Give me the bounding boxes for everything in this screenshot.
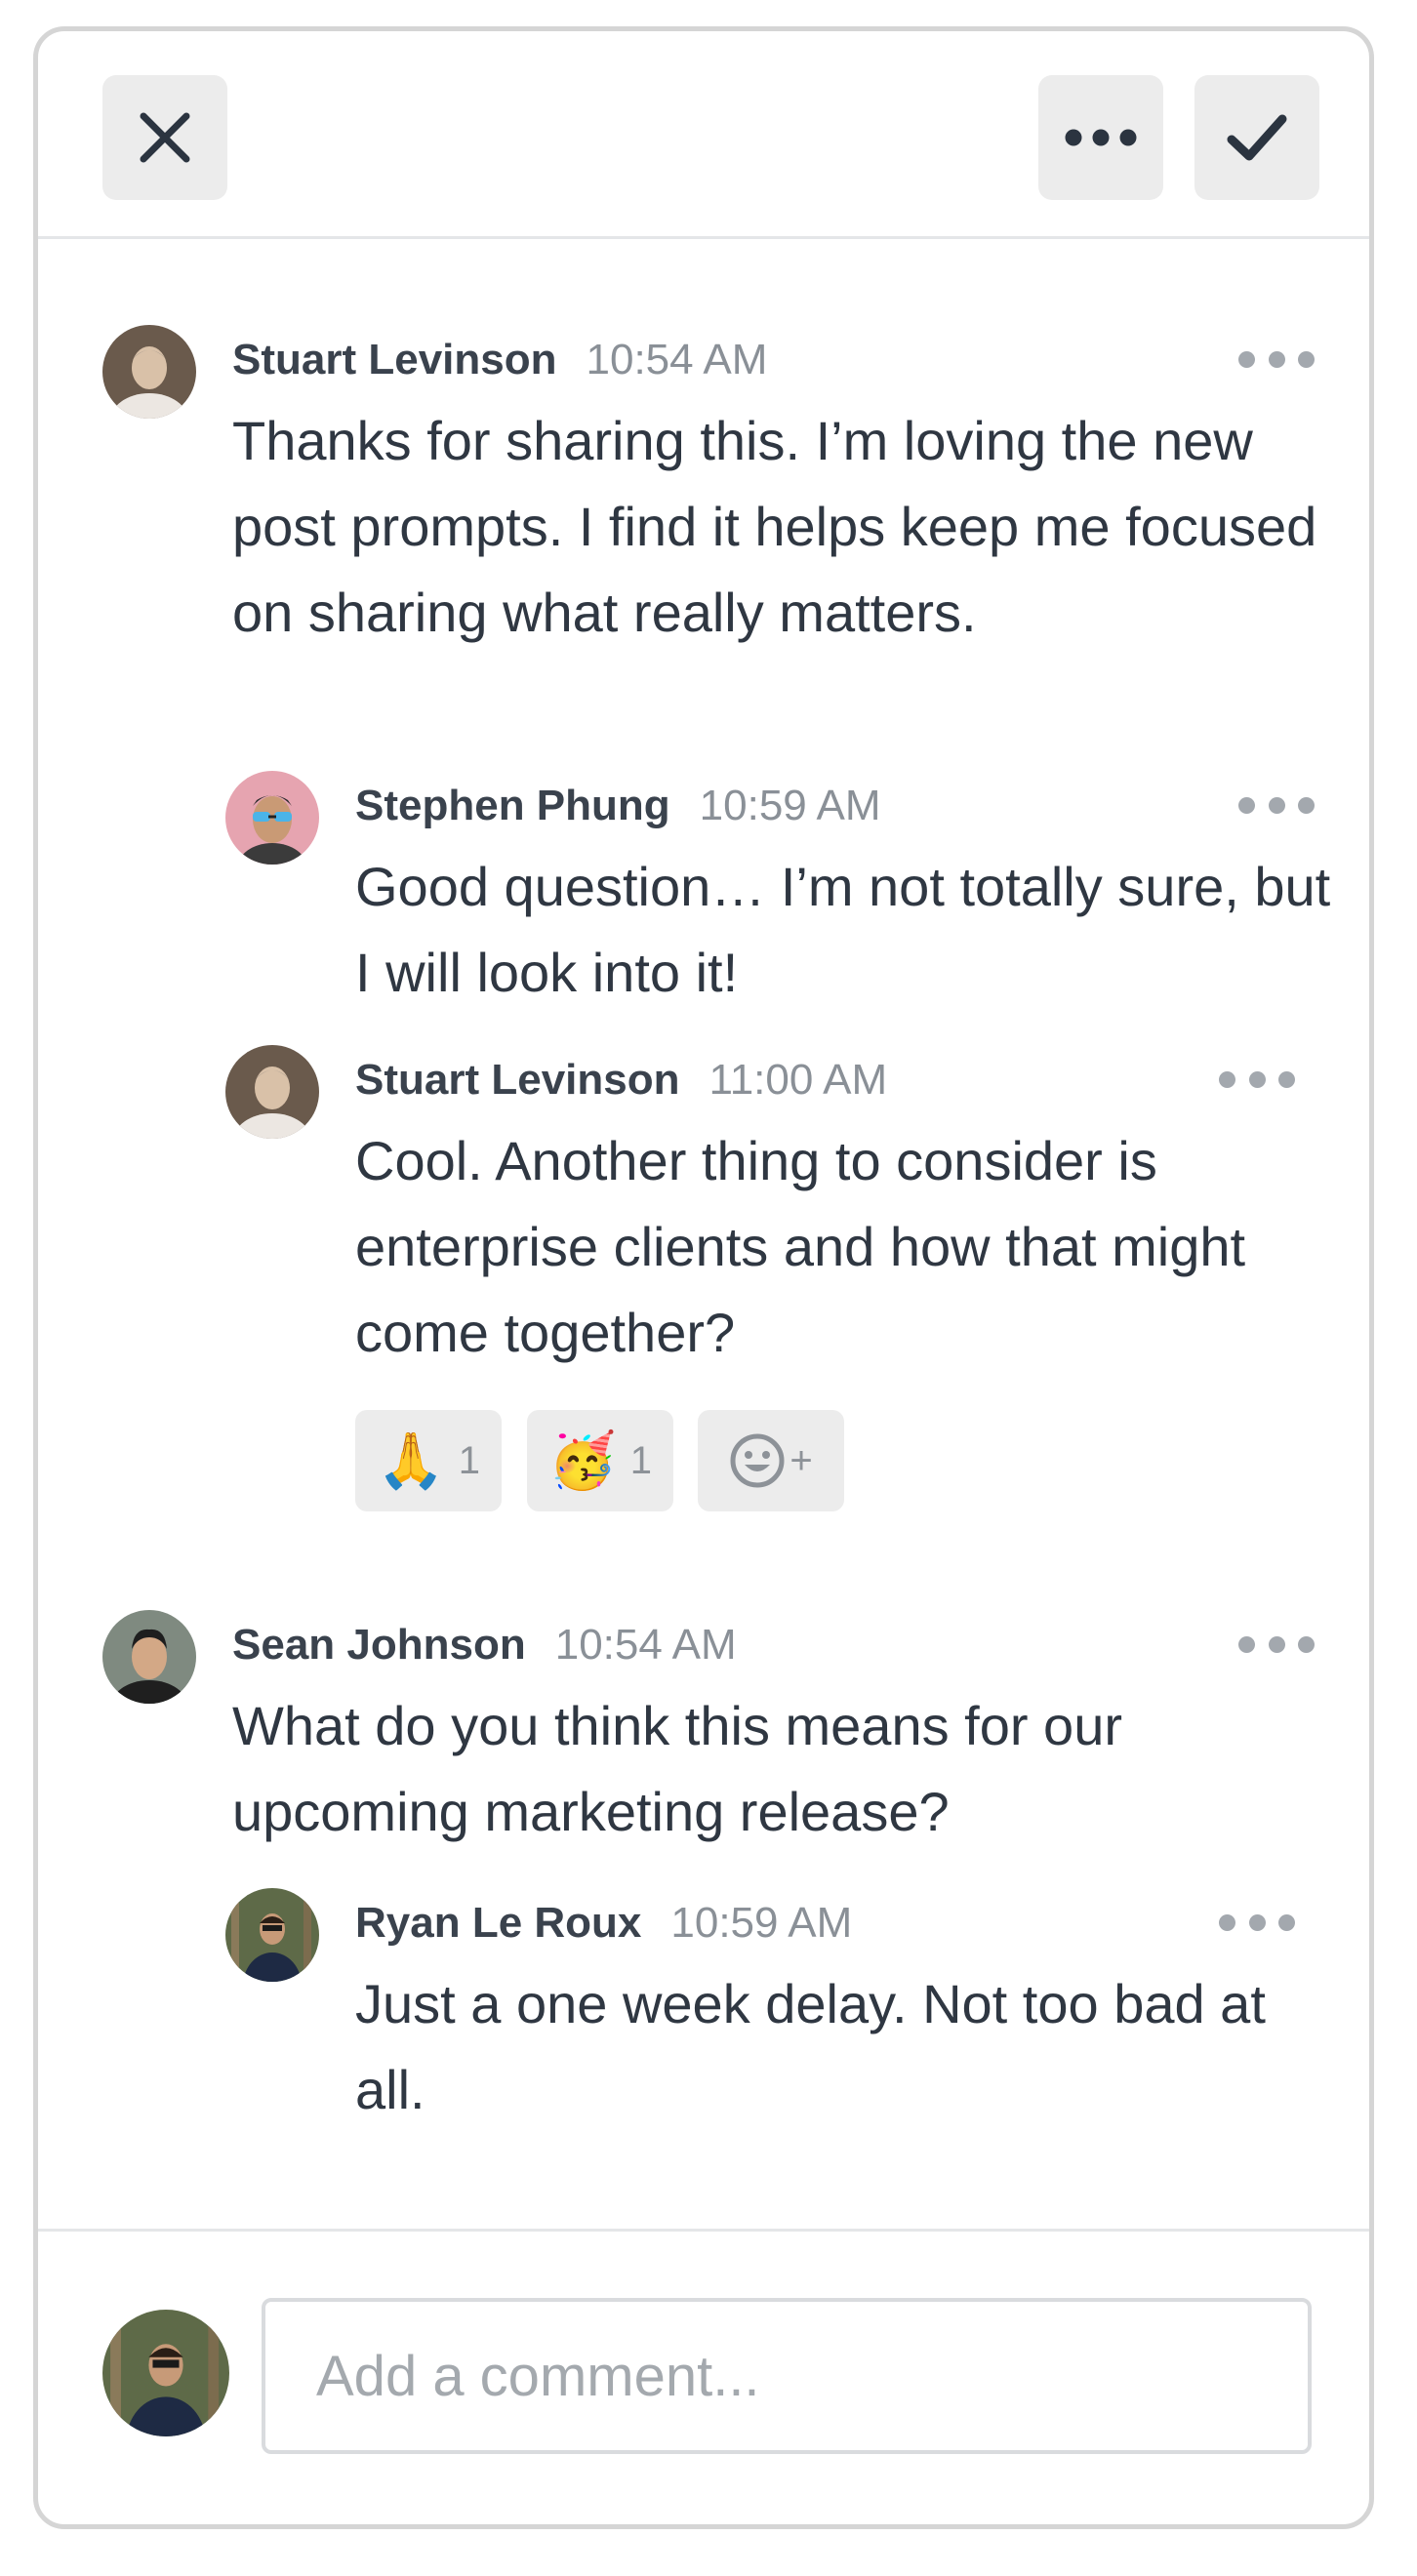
author-name[interactable]: Sean Johnson — [232, 1621, 526, 1669]
comment-options-button[interactable] — [1219, 1065, 1295, 1094]
more-horizontal-icon — [1065, 129, 1137, 146]
party-face-emoji-icon: 🥳 — [548, 1429, 617, 1491]
comment-text: Just a one week delay. Not too bad at al… — [355, 1973, 1266, 2120]
reaction-count: 1 — [458, 1438, 480, 1482]
timestamp: 10:54 AM — [586, 336, 768, 383]
comment-text: Good question… I’m not totally sure, but… — [355, 856, 1331, 1003]
comment-text: What do you think this means for our upc… — [232, 1695, 1122, 1842]
comment-options-button[interactable] — [1219, 1908, 1295, 1937]
author-name[interactable]: Ryan Le Roux — [355, 1899, 641, 1947]
author-name[interactable]: Stuart Levinson — [355, 1056, 680, 1104]
avatar[interactable] — [102, 325, 196, 419]
comment-options-button[interactable] — [1238, 790, 1315, 820]
comment-header: Ryan Le Roux 10:59 AM — [355, 1898, 852, 1949]
comment-header: Stuart Levinson 10:54 AM — [232, 335, 767, 385]
comment-composer — [38, 2229, 1369, 2524]
author-name[interactable]: Stephen Phung — [355, 782, 670, 829]
resolve-button[interactable] — [1194, 75, 1319, 200]
timestamp: 10:54 AM — [554, 1621, 737, 1669]
comments-panel: Stuart Levinson 10:54 AM Thanks for shari… — [33, 26, 1374, 2529]
avatar[interactable] — [225, 771, 319, 865]
add-reaction-plus: + — [789, 1438, 813, 1482]
comment-text: Cool. Another thing to consider is enter… — [355, 1130, 1246, 1363]
add-reaction-button[interactable]: + — [698, 1410, 844, 1511]
comment-input[interactable] — [262, 2298, 1312, 2454]
close-button[interactable] — [102, 75, 227, 200]
timestamp: 10:59 AM — [699, 782, 881, 829]
smiley-icon — [730, 1433, 785, 1488]
comment-options-button[interactable] — [1238, 1630, 1315, 1659]
avatar[interactable] — [225, 1888, 319, 1982]
comment-header: Sean Johnson 10:54 AM — [232, 1620, 737, 1670]
timestamp: 10:59 AM — [670, 1899, 853, 1947]
timestamp: 11:00 AM — [708, 1056, 888, 1104]
comment-header: Stephen Phung 10:59 AM — [355, 781, 881, 831]
avatar[interactable] — [102, 1610, 196, 1704]
avatar[interactable] — [225, 1045, 319, 1139]
more-options-button[interactable] — [1038, 75, 1163, 200]
reaction-pray[interactable]: 🙏 1 — [355, 1410, 502, 1511]
reaction-party[interactable]: 🥳 1 — [527, 1410, 673, 1511]
pray-emoji-icon: 🙏 — [377, 1429, 445, 1491]
author-name[interactable]: Stuart Levinson — [232, 336, 557, 383]
panel-header — [38, 31, 1369, 239]
comment-options-button[interactable] — [1238, 344, 1315, 374]
close-icon — [140, 112, 190, 163]
current-user-avatar[interactable] — [102, 2310, 229, 2436]
comment-header: Stuart Levinson 11:00 AM — [355, 1055, 887, 1106]
reaction-count: 1 — [629, 1438, 652, 1482]
comment-text: Thanks for sharing this. I’m loving the … — [232, 410, 1317, 643]
check-icon — [1227, 114, 1287, 161]
